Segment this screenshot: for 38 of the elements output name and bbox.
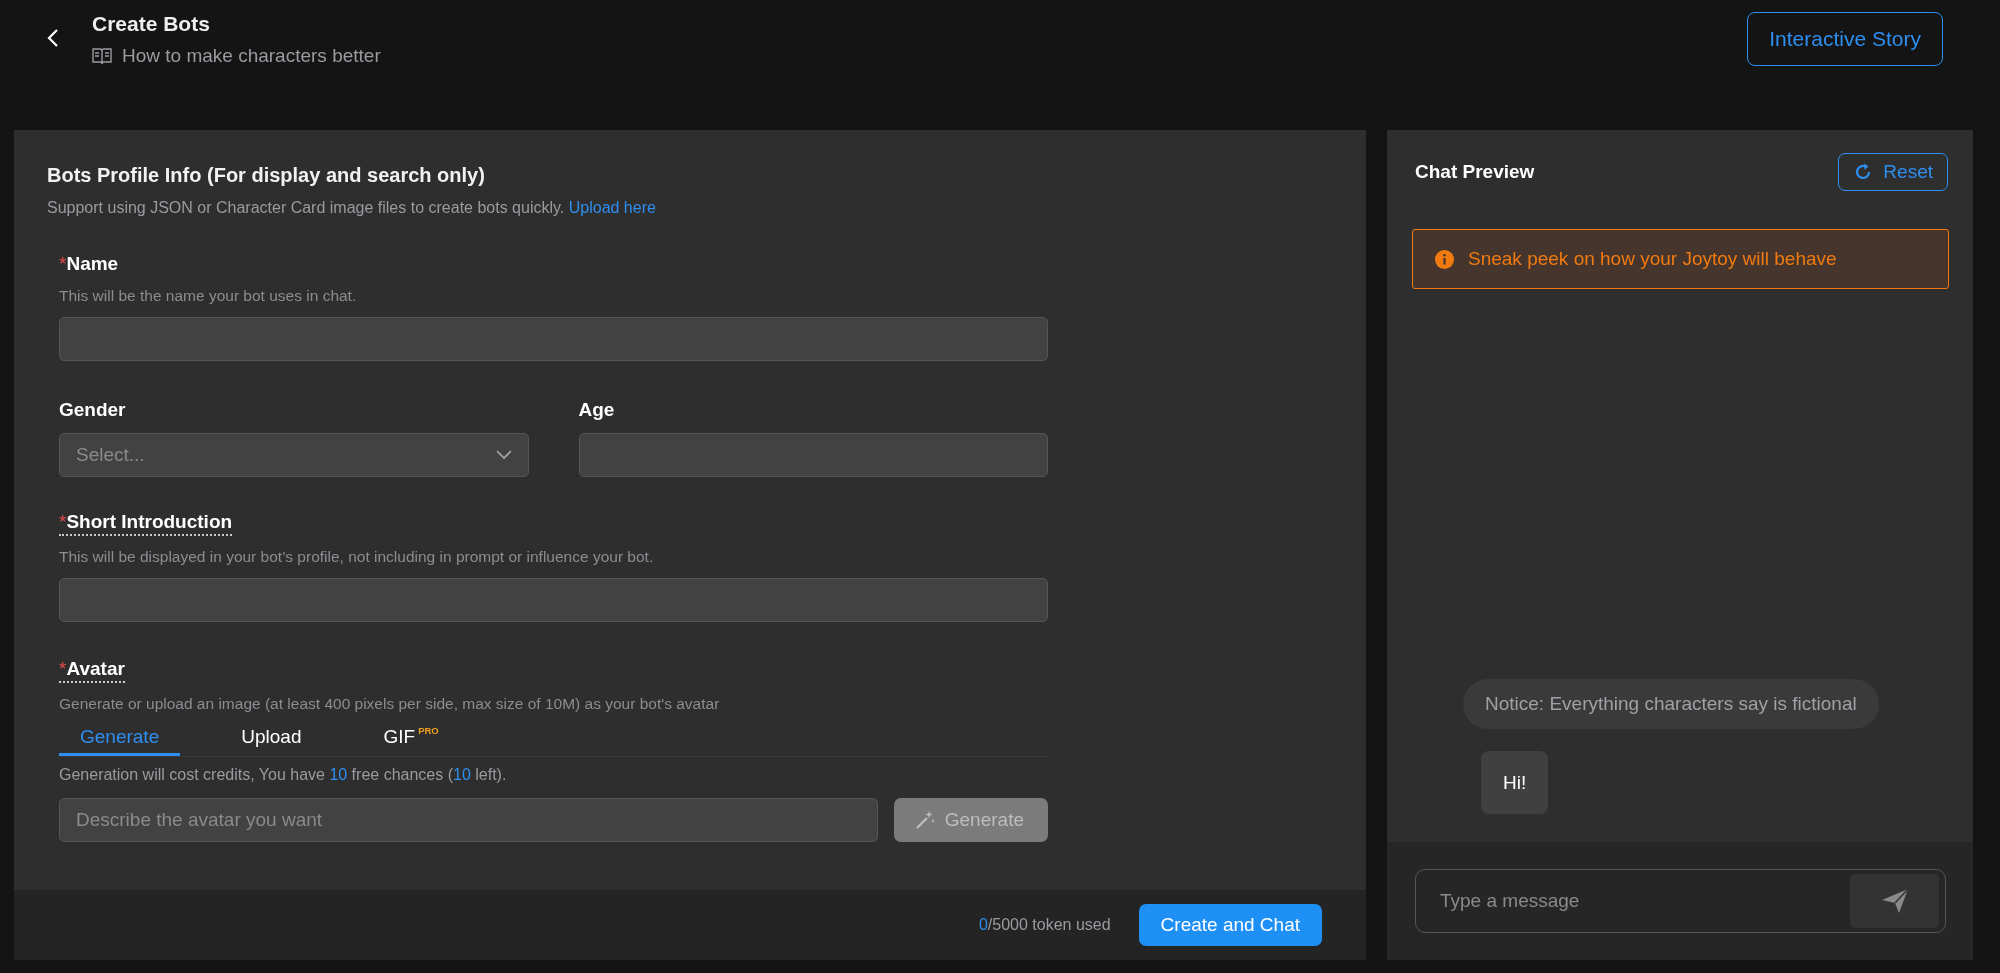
credits-text: Generation will cost credits, You have 10 free chances (10 left). bbox=[59, 766, 508, 784]
intro-text: Support using JSON or Character Card image files to create bots quickly. Upload here bbox=[47, 199, 657, 217]
send-icon bbox=[1880, 888, 1909, 914]
name-field[interactable] bbox=[59, 317, 1048, 361]
token-count: 0/5000 token used bbox=[978, 916, 1111, 934]
field-hint: Generate or upload an image (at least 400 pixels per side, max size of 10M) as your bot's avatar bbox=[59, 695, 721, 713]
create-and-chat-button[interactable]: Create and Chat bbox=[1138, 904, 1322, 946]
age-field[interactable] bbox=[578, 433, 1048, 477]
pro-label: PRO bbox=[418, 725, 439, 736]
reset-button[interactable]: Reset bbox=[1838, 153, 1948, 191]
message-field[interactable]: Type a message bbox=[1438, 889, 1850, 913]
notice-pill: Notice: Everything characters say is fictional bbox=[1463, 679, 1879, 729]
field-label: Gender bbox=[59, 399, 126, 421]
gender-select[interactable]: Select... bbox=[59, 433, 529, 477]
avatar-tab[interactable]: Upload bbox=[220, 719, 323, 756]
guide-link[interactable]: How to make characters better bbox=[92, 45, 381, 67]
field-label: Age bbox=[578, 399, 615, 421]
avatar-prompt-field[interactable]: Describe the avatar you want bbox=[59, 798, 878, 842]
interactive-story-button[interactable]: Interactive Story bbox=[1747, 12, 1943, 66]
message-box[interactable]: Type a message bbox=[1415, 869, 1946, 933]
field-hint: This will be the name your bot uses in chat. bbox=[59, 287, 358, 305]
info-icon bbox=[1435, 249, 1454, 269]
page-title: Create Bots bbox=[92, 12, 211, 36]
section-heading: Bots Profile Info (For display and search only) bbox=[47, 164, 486, 187]
avatar-tab[interactable]: GIF$^{PRO}$ bbox=[362, 719, 460, 756]
field-hint: This will be displayed in your bot’s profile, not including in prompt or influence your bot. bbox=[59, 548, 655, 566]
chat-bubble: Hi! bbox=[1481, 751, 1549, 814]
info-alert: Sneak peek on how your Joytoy will behave bbox=[1412, 229, 1949, 289]
chevron-down-icon bbox=[495, 450, 512, 460]
book-icon bbox=[92, 47, 112, 65]
short-introduction-field[interactable] bbox=[59, 578, 1048, 622]
upload-link[interactable]: Upload here bbox=[568, 199, 656, 216]
avatar-tab[interactable]: Generate bbox=[59, 719, 181, 756]
field-label: *Short Introduction bbox=[59, 511, 233, 536]
field-label: *Name bbox=[59, 253, 119, 275]
field-label: *Avatar bbox=[59, 658, 125, 683]
send-button[interactable] bbox=[1850, 874, 1939, 928]
panel-title: Chat Preview bbox=[1415, 161, 1535, 183]
